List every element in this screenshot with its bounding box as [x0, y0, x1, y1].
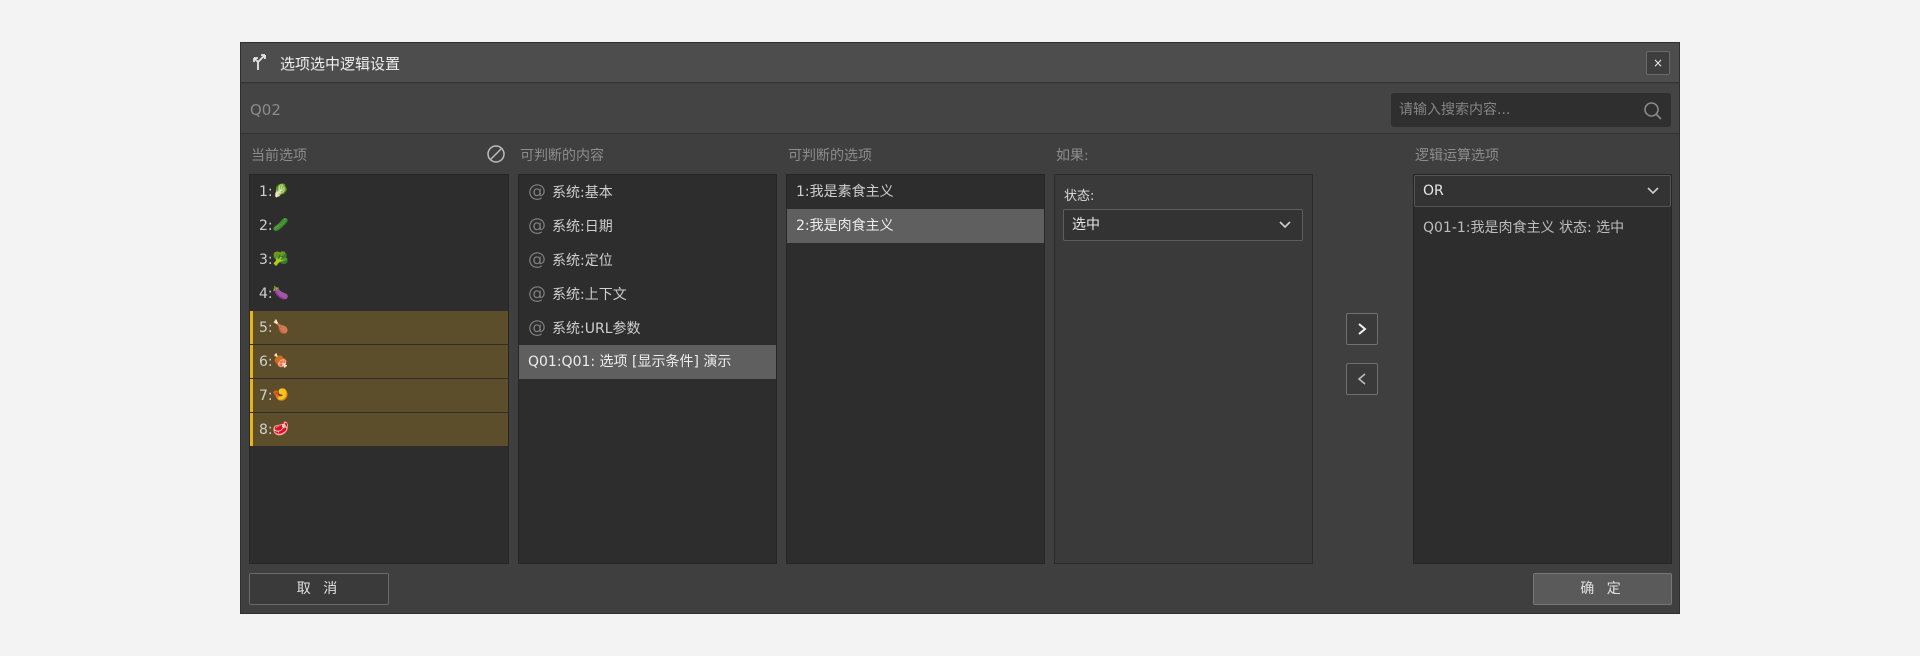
current-option-item[interactable]: 2:🥒 — [250, 209, 508, 243]
at-icon: @ — [528, 215, 546, 236]
add-rule-button[interactable] — [1346, 313, 1378, 345]
state-select[interactable]: 选中 — [1063, 209, 1303, 241]
judgeable-options-panel: 1:我是素食主义 2:我是肉食主义 — [786, 174, 1045, 564]
chevron-right-icon — [1358, 323, 1367, 335]
at-icon: @ — [528, 249, 546, 270]
current-option-label: 1: — [259, 184, 273, 200]
current-option-label: 4: — [259, 286, 273, 302]
current-option-label: 6: — [259, 354, 273, 370]
current-option-item[interactable]: 1:🥬 — [250, 175, 508, 209]
judgeable-item[interactable]: @ 系统:基本 — [519, 175, 776, 209]
question-id: Q02 — [250, 101, 281, 119]
current-option-item[interactable]: 7:🍤 — [250, 379, 508, 412]
at-icon: @ — [528, 181, 546, 202]
judgeable-item[interactable]: @ 系统:上下文 — [519, 277, 776, 311]
current-option-label: 2: — [259, 218, 273, 234]
judgeable-item-label: 系统:上下文 — [552, 287, 627, 303]
logic-ops-panel: OR Q01-1:我是肉食主义 状态: 选中 — [1413, 174, 1672, 564]
current-option-item[interactable]: 5:🍗 — [250, 311, 508, 344]
food-emoji-icon: 🍖 — [272, 354, 289, 369]
chevron-down-icon — [1279, 221, 1291, 229]
operator-select[interactable]: OR — [1414, 175, 1671, 207]
chevron-down-icon — [1647, 187, 1659, 195]
operator-value: OR — [1423, 183, 1444, 199]
judgeable-item[interactable]: @ 系统:日期 — [519, 209, 776, 243]
at-icon: @ — [528, 317, 546, 338]
food-emoji-icon: 🍆 — [272, 286, 289, 301]
state-select-value: 选中 — [1072, 217, 1100, 233]
close-button[interactable]: × — [1646, 51, 1670, 75]
judgeable-item[interactable]: @ 系统:定位 — [519, 243, 776, 277]
logic-rule-item[interactable]: Q01-1:我是肉食主义 状态: 选中 — [1423, 217, 1624, 237]
remove-rule-button[interactable] — [1346, 363, 1378, 395]
question-bar: Q02 — [241, 84, 1679, 134]
judgeable-option-item[interactable]: 1:我是素食主义 — [787, 175, 1044, 209]
if-header: 如果: — [1056, 148, 1089, 164]
judgeable-item[interactable]: @ 系统:URL参数 — [519, 311, 776, 345]
ban-icon[interactable] — [486, 144, 506, 164]
judgeable-item-selected[interactable]: Q01:Q01: 选项 [显示条件] 演示 — [519, 345, 776, 379]
current-option-label: 7: — [259, 388, 273, 404]
food-emoji-icon: 🍗 — [272, 320, 289, 335]
judgeable-item-label: 系统:URL参数 — [552, 321, 641, 337]
food-emoji-icon: 🍤 — [272, 388, 289, 403]
current-options-header: 当前选项 — [251, 148, 307, 164]
if-panel: 状态: 选中 — [1054, 174, 1313, 564]
current-option-label: 3: — [259, 252, 273, 268]
food-emoji-icon: 🥬 — [272, 184, 289, 199]
current-option-item[interactable]: 3:🥦 — [250, 243, 508, 277]
current-option-item[interactable]: 6:🍖 — [250, 345, 508, 378]
judgeable-item-label: 系统:日期 — [552, 219, 613, 235]
cancel-button[interactable]: 取 消 — [249, 573, 389, 605]
judgeable-options-header: 可判断的选项 — [788, 148, 872, 164]
food-emoji-icon: 🥦 — [272, 252, 289, 267]
food-emoji-icon: 🥒 — [272, 218, 289, 233]
judgeable-content-panel: @ 系统:基本 @ 系统:日期 @ 系统:定位 @ 系统:上下文 @ 系统:URL参数 Q01:Q0… — [518, 174, 777, 564]
chevron-left-icon — [1357, 373, 1366, 385]
logic-dialog: 选项选中逻辑设置 × Q02 当前选项 1:🥬2:🥒3:🥦4:🍆5:🍗6:🍖7:… — [240, 42, 1680, 614]
judgeable-item-label: 系统:定位 — [552, 253, 613, 269]
search-input[interactable] — [1391, 93, 1631, 127]
current-option-label: 5: — [259, 320, 273, 336]
current-option-item[interactable]: 4:🍆 — [250, 277, 508, 311]
search-box — [1391, 93, 1671, 127]
judgeable-item-label: 系统:基本 — [552, 185, 613, 201]
confirm-button[interactable]: 确 定 — [1533, 573, 1672, 605]
judgeable-content-header: 可判断的内容 — [520, 148, 604, 164]
title-bar: 选项选中逻辑设置 × — [241, 43, 1679, 83]
dialog-title: 选项选中逻辑设置 — [280, 55, 401, 73]
branch-arrows-icon — [253, 54, 266, 70]
logic-ops-header: 逻辑运算选项 — [1415, 148, 1499, 164]
current-option-item[interactable]: 8:🥩 — [250, 413, 508, 446]
current-option-label: 8: — [259, 422, 273, 438]
judgeable-option-item[interactable]: 2:我是肉食主义 — [787, 209, 1044, 243]
search-icon[interactable] — [1643, 101, 1663, 121]
at-icon: @ — [528, 283, 546, 304]
state-label: 状态: — [1064, 189, 1095, 204]
food-emoji-icon: 🥩 — [272, 422, 289, 437]
current-options-panel: 1:🥬 2:🥒 3:🥦 4:🍆 5:🍗 6:🍖 7:🍤 8:🥩 — [249, 174, 509, 564]
